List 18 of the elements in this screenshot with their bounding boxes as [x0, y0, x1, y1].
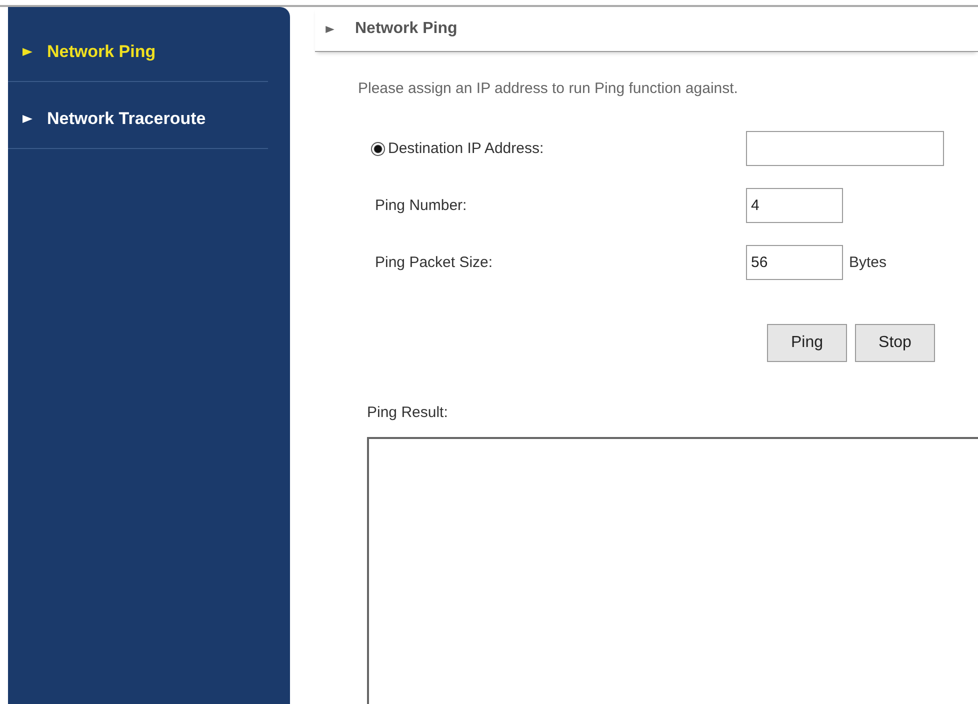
input-field[interactable]: 56: [746, 245, 843, 280]
field-label: Ping Number:: [374, 197, 467, 214]
radio-button[interactable]: [371, 142, 385, 156]
section-title: Network Ping: [355, 20, 458, 38]
sidebar-item[interactable]: Network Ping: [47, 42, 156, 62]
description-text: Please assign an IP address to run Ping function against.: [358, 80, 739, 97]
triangle-icon: [22, 115, 33, 123]
input-field[interactable]: 4: [746, 188, 843, 223]
result-label: Ping Result:: [367, 404, 449, 421]
sidebar-item[interactable]: Network Traceroute: [47, 109, 206, 129]
field-label: Destination IP Address:: [388, 140, 544, 157]
input-field[interactable]: [746, 131, 944, 166]
triangle-icon: [325, 26, 335, 32]
unit-label: Bytes: [849, 254, 887, 271]
action-button[interactable]: Ping: [767, 324, 847, 362]
triangle-icon: [22, 48, 33, 56]
action-button[interactable]: Stop: [855, 324, 935, 362]
field-label: Ping Packet Size:: [374, 254, 493, 271]
